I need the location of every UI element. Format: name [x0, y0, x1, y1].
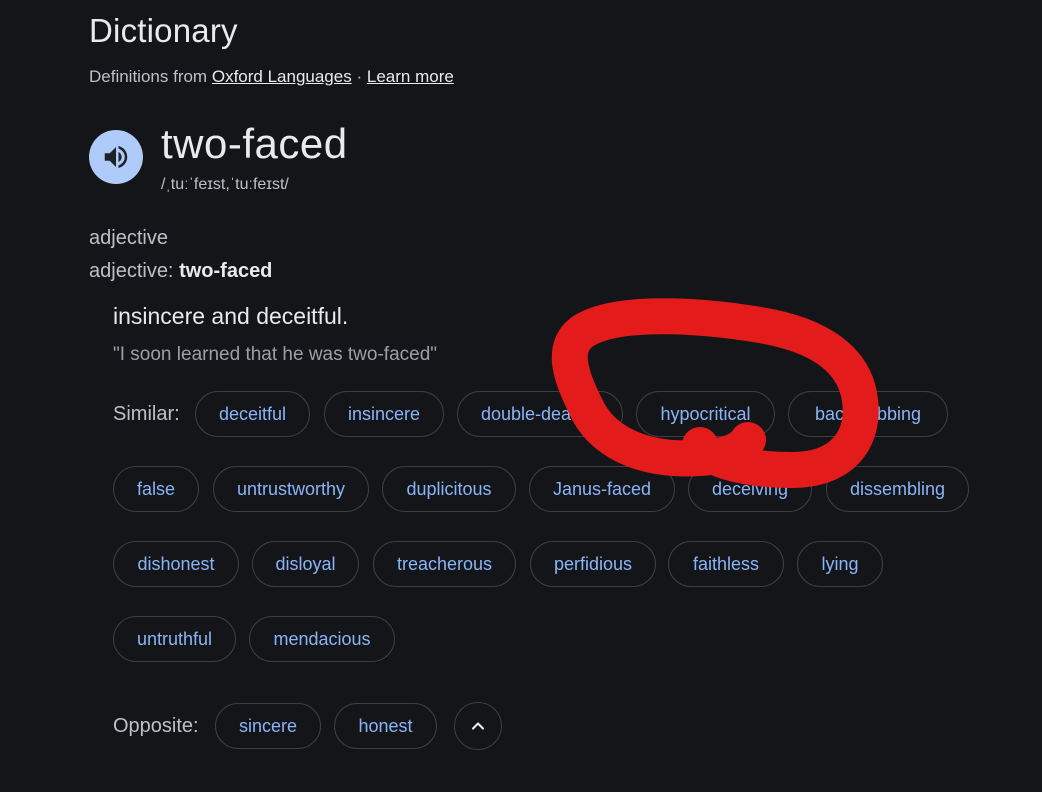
similar-chip[interactable]: duplicitous	[382, 466, 516, 512]
similar-chip[interactable]: false	[113, 466, 199, 512]
similar-chip[interactable]: untrustworthy	[213, 466, 369, 512]
definition: insincere and deceitful.	[113, 303, 349, 329]
similar-chip[interactable]: faithless	[668, 541, 784, 587]
opposite-chip[interactable]: sincere	[215, 703, 321, 749]
similar-chip[interactable]: insincere	[324, 391, 444, 437]
similar-chip[interactable]: mendacious	[249, 616, 395, 662]
dictionary-panel: Dictionary Definitions from Oxford Langu…	[0, 0, 1042, 792]
similar-chip[interactable]: dissembling	[826, 466, 969, 512]
pos-prefix: adjective:	[89, 260, 174, 282]
collapse-button[interactable]	[454, 702, 502, 750]
similar-chip[interactable]: double-dealing	[457, 391, 623, 437]
oxford-languages-link[interactable]: Oxford Languages	[212, 67, 352, 86]
speaker-icon	[104, 146, 128, 168]
similar-chip[interactable]: deceitful	[195, 391, 310, 437]
part-of-speech: adjective	[89, 227, 168, 249]
page-title: Dictionary	[89, 12, 238, 49]
similar-chip[interactable]: hypocritical	[636, 391, 775, 437]
similar-chip[interactable]: untruthful	[113, 616, 236, 662]
similar-chip[interactable]: backstabbing	[788, 391, 948, 437]
similar-chip[interactable]: treacherous	[373, 541, 516, 587]
headword: two-faced	[161, 120, 348, 167]
source-prefix: Definitions from	[89, 67, 208, 86]
separator: ·	[356, 67, 363, 86]
similar-chip[interactable]: perfidious	[530, 541, 656, 587]
similar-chip[interactable]: Janus-faced	[529, 466, 675, 512]
similar-chip[interactable]: deceiving	[688, 466, 812, 512]
source-line: Definitions from Oxford Languages · Lear…	[89, 67, 454, 87]
similar-label: Similar:	[113, 403, 180, 425]
opposite-chip[interactable]: honest	[334, 703, 437, 749]
pronunciation-button[interactable]	[89, 130, 143, 184]
similar-chip[interactable]: lying	[797, 541, 883, 587]
example-sentence: "I soon learned that he was two-faced"	[113, 344, 438, 365]
chevron-up-icon	[471, 722, 485, 730]
phonetic: /ˌtuːˈfeɪst,ˈtuːfeɪst/	[161, 176, 289, 193]
opposite-label: Opposite:	[113, 715, 199, 737]
part-of-speech-detail: adjective: two-faced	[89, 260, 272, 283]
similar-chip[interactable]: disloyal	[252, 541, 359, 587]
pos-word: two-faced	[179, 260, 273, 282]
similar-chip[interactable]: dishonest	[113, 541, 239, 587]
learn-more-link[interactable]: Learn more	[367, 67, 454, 86]
